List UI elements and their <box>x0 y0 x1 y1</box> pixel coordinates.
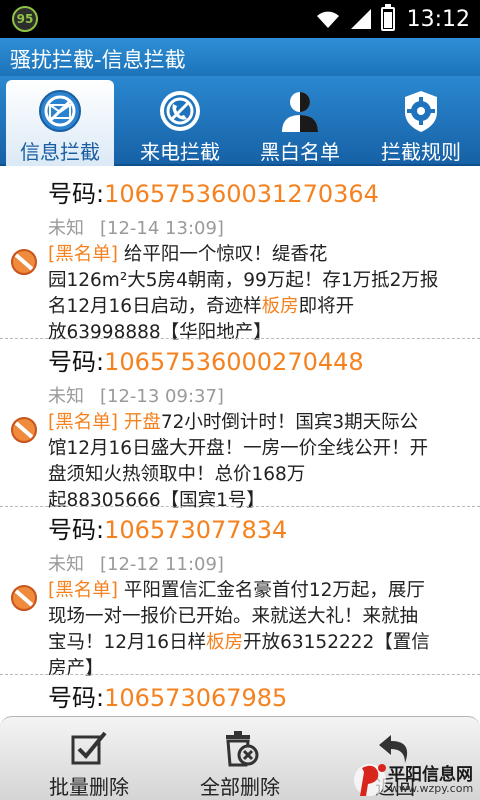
divider <box>0 506 480 507</box>
sender-number: 号码:106575360031270364 <box>48 174 379 209</box>
message-list[interactable]: 号码:106575360031270364 未知 [12-14 13:09] [黑… <box>0 166 480 716</box>
delete-all-button[interactable]: 全部删除 <box>166 717 314 800</box>
message-body: [黑名单] 开盘72小时倒计时！国宾3期天际公 馆12月16日盛大开盘！一房一价全… <box>48 410 478 514</box>
message-body: [黑名单] 平阳置信汇金名豪首付12万起，展厅 现场一对一报价已开始。来就送大礼！… <box>48 578 478 682</box>
message-text: 72小时倒计时！国宾3期天际公 <box>160 412 419 433</box>
number-label: 号码: <box>48 348 105 376</box>
sender-number: 号码:106573067985 <box>48 678 287 713</box>
site-watermark: 平阳信息网 www.wzpy.com <box>352 758 480 800</box>
message-text: 盘须知火热领取中！总价168万 <box>48 464 306 485</box>
keyword-highlight: 板房 <box>206 632 244 653</box>
call-block-icon <box>160 91 200 131</box>
message-line: 馆12月16日盛大开盘！一房一价全线公开！开 <box>48 436 478 462</box>
wifi-icon <box>316 11 339 28</box>
number-label: 号码: <box>48 180 105 208</box>
message-line: 名12月16日启动，奇迹样板房即将开 <box>48 294 478 320</box>
message-time: [12-13 09:37] <box>100 386 224 407</box>
phone-number: 106573067985 <box>104 684 288 712</box>
tab-block-rules[interactable]: 拦截规则 <box>364 76 478 164</box>
number-label: 号码: <box>48 516 105 544</box>
contact-list-icon <box>282 92 318 132</box>
tab-message-block[interactable]: 信息拦截 <box>6 80 114 166</box>
message-text: 开放63152222【置信 <box>243 632 430 653</box>
message-time: [12-12 11:09] <box>100 554 224 575</box>
divider <box>0 338 480 339</box>
tab-black-white-list[interactable]: 黑白名单 <box>244 76 356 164</box>
tab-message-block-label: 信息拦截 <box>20 140 100 164</box>
divider <box>0 674 480 675</box>
message-time: [12-14 13:09] <box>100 218 224 239</box>
message-text: 给平阳一个惊叹！缇香花 <box>123 244 328 265</box>
message-text: 现场一对一报价已开始。来就送大礼！来就抽 <box>48 606 419 627</box>
blacklist-tag: [黑名单] <box>48 580 124 601</box>
tab-bar: 信息拦截 来电拦截 黑白名单 拦截规则 <box>0 76 480 166</box>
page-title: 骚扰拦截-信息拦截 <box>10 48 186 72</box>
message-meta: 未知 [12-12 11:09] <box>48 550 224 576</box>
message-text: 起88305666【国宾1号】 <box>48 490 265 511</box>
message-block-icon <box>39 90 81 132</box>
message-text: 即将开 <box>298 296 355 317</box>
status-icons: 13:12 <box>315 0 470 38</box>
message-text: 房产】 <box>48 658 104 679</box>
tab-call-block-label: 来电拦截 <box>140 140 220 164</box>
sender-name: 未知 <box>48 554 84 575</box>
watermark-logo-icon <box>354 764 386 796</box>
phone-number: 10657536000270448 <box>104 348 364 376</box>
tab-black-white-list-label: 黑白名单 <box>260 140 340 164</box>
message-text: 园126m²大5房4朝南，99万起！存1万抵2万报 <box>48 270 439 291</box>
blacklist-tag: [黑名单] <box>48 244 124 265</box>
keyword-highlight: 板房 <box>261 296 299 317</box>
message-meta: 未知 [12-14 13:09] <box>48 214 224 240</box>
phone-number: 106575360031270364 <box>104 180 379 208</box>
message-body: [黑名单] 给平阳一个惊叹！缇香花 园126m²大5房4朝南，99万起！存1万抵2… <box>48 242 478 346</box>
message-meta: 未知 [12-13 09:37] <box>48 382 224 408</box>
title-bar: 骚扰拦截-信息拦截 <box>0 38 480 76</box>
message-line: 盘须知火热领取中！总价168万 <box>48 462 478 488</box>
blacklist-tag: [黑名单] <box>48 412 124 433</box>
message-line: [黑名单] 给平阳一个惊叹！缇香花 <box>48 242 478 268</box>
checkbox-edit-icon <box>71 731 107 765</box>
message-line: [黑名单] 开盘72小时倒计时！国宾3期天际公 <box>48 410 478 436</box>
screen: 95 13:12 骚扰拦截-信息拦截 信息拦截 来电拦截 黑白名单 拦截规则 号… <box>0 0 480 800</box>
message-line: 园126m²大5房4朝南，99万起！存1万抵2万报 <box>48 268 478 294</box>
block-icon <box>11 417 37 443</box>
block-icon <box>11 249 37 275</box>
batch-delete-label: 批量删除 <box>49 775 129 799</box>
signal-icon <box>350 9 371 29</box>
clock: 13:12 <box>406 6 470 32</box>
sender-number: 号码:10657536000270448 <box>48 342 364 377</box>
tab-block-rules-label: 拦截规则 <box>381 140 461 164</box>
status-bar: 95 13:12 <box>0 0 480 38</box>
message-text: 放63998888【华阳地产】 <box>48 322 272 343</box>
keyword-highlight: 开盘 <box>123 412 161 433</box>
message-text: 平阳置信汇金名豪首付12万起，展厅 <box>123 580 425 601</box>
trash-icon <box>226 731 259 767</box>
message-text: 宝马！12月16日样 <box>48 632 207 653</box>
sender-name: 未知 <box>48 386 84 407</box>
message-line: 现场一对一报价已开始。来就送大礼！来就抽 <box>48 604 478 630</box>
delete-all-label: 全部删除 <box>200 775 280 799</box>
phone-number: 106573077834 <box>104 516 288 544</box>
battery-icon <box>380 4 395 31</box>
sender-name: 未知 <box>48 218 84 239</box>
watermark-url: www.wzpy.com <box>390 782 474 795</box>
message-line: [黑名单] 平阳置信汇金名豪首付12万起，展厅 <box>48 578 478 604</box>
message-line: 宝马！12月16日样板房开放63152222【置信 <box>48 630 478 656</box>
message-text: 馆12月16日盛大开盘！一房一价全线公开！开 <box>48 438 429 459</box>
tab-call-block[interactable]: 来电拦截 <box>124 76 236 164</box>
message-text: 名12月16日启动，奇迹样 <box>48 296 262 317</box>
settings-gear-icon <box>405 91 437 132</box>
notification-badge: 95 <box>12 6 38 32</box>
number-label: 号码: <box>48 684 105 712</box>
batch-delete-button[interactable]: 批量删除 <box>14 717 164 800</box>
sender-number: 号码:106573077834 <box>48 510 287 545</box>
block-icon <box>11 585 37 611</box>
